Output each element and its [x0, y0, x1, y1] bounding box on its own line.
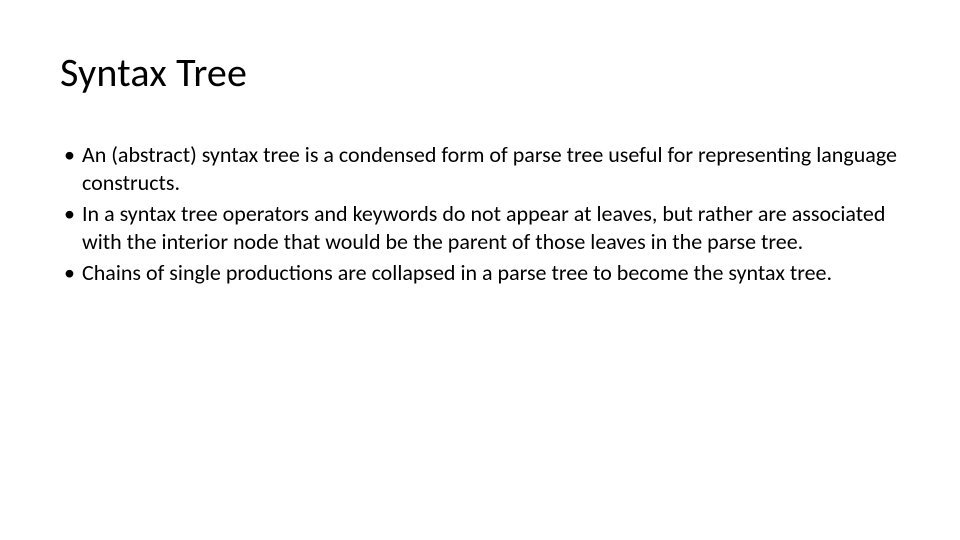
bullet-item: Chains of single productions are collaps…	[60, 259, 900, 287]
bullet-list: An (abstract) syntax tree is a condensed…	[60, 141, 900, 287]
bullet-item: An (abstract) syntax tree is a condensed…	[60, 141, 900, 196]
bullet-item: In a syntax tree operators and keywords …	[60, 200, 900, 255]
slide-title: Syntax Tree	[60, 48, 900, 97]
